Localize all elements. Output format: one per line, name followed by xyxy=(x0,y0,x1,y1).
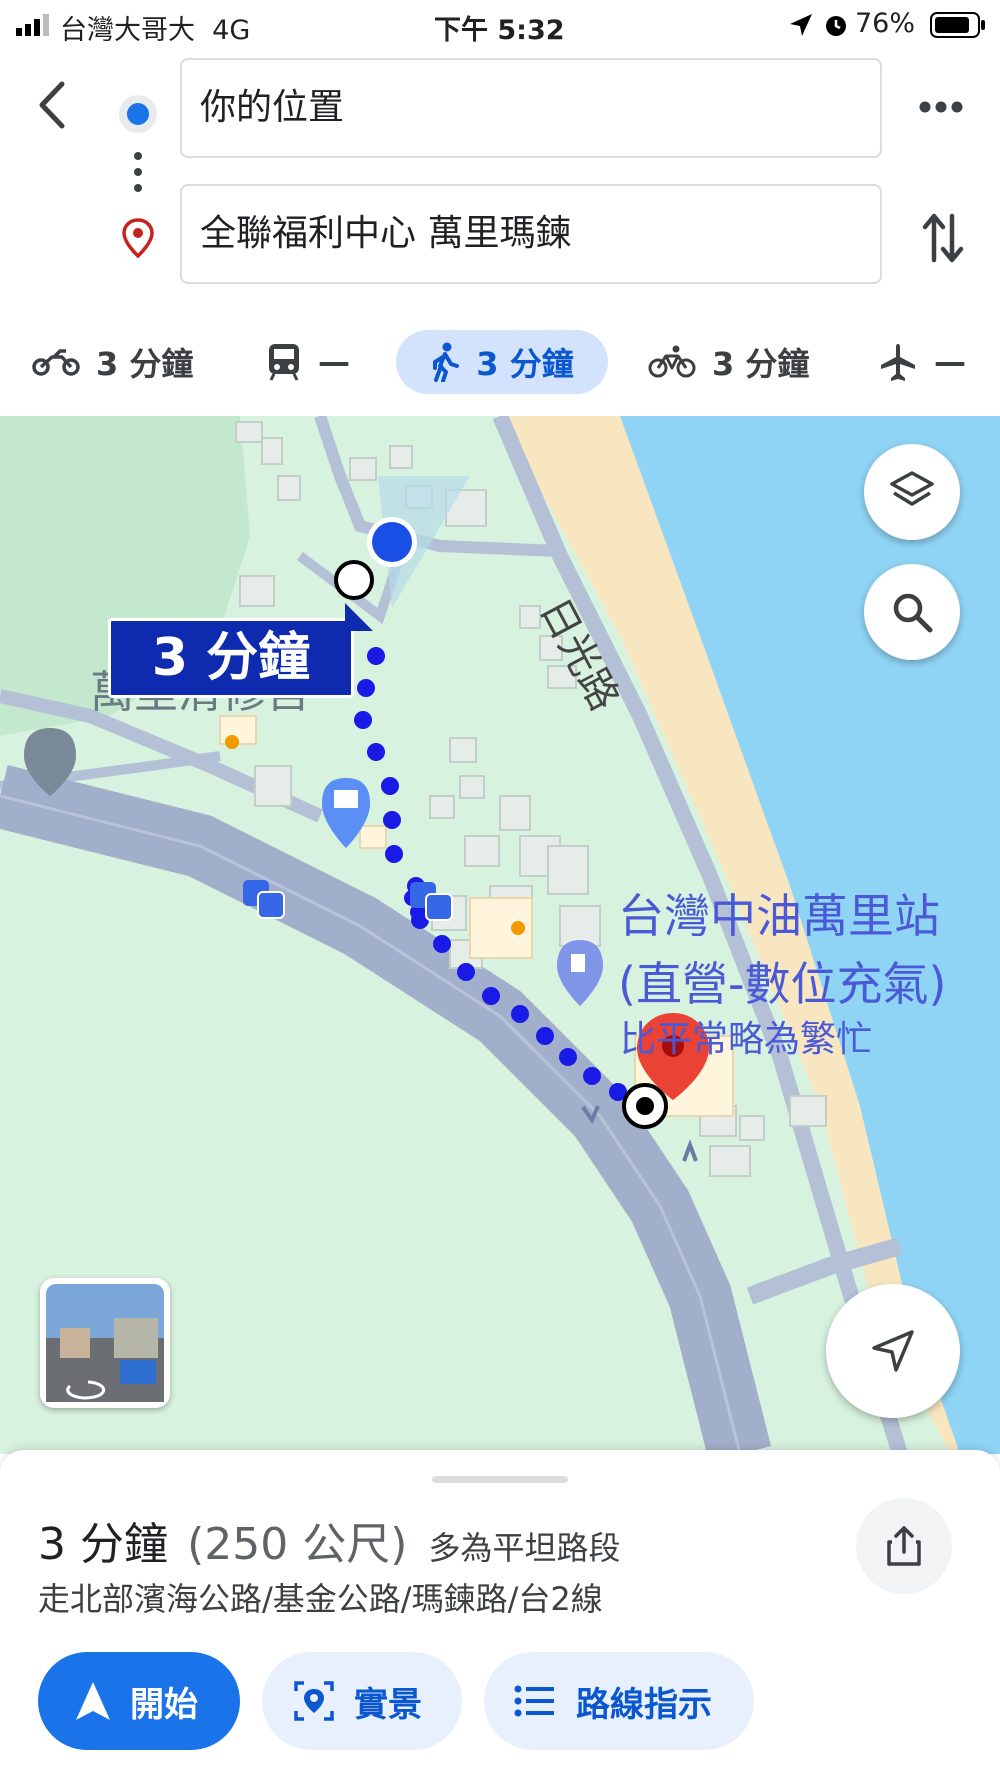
live-view-button-label: 實景 xyxy=(354,1684,422,1725)
live-view-icon xyxy=(294,1681,334,1721)
bicycle-icon xyxy=(648,345,696,378)
mode-bicycle-label: 3 分鐘 xyxy=(712,345,810,383)
share-button[interactable] xyxy=(856,1498,952,1594)
route-duration: 3 分鐘 xyxy=(38,1519,168,1570)
live-view-button[interactable]: 實景 xyxy=(262,1652,462,1750)
flight-icon xyxy=(881,344,915,381)
mode-walking-label: 3 分鐘 xyxy=(476,345,574,383)
signal-icon xyxy=(16,14,49,36)
route-via: 走北部濱海公路/基金公路/瑪鍊路/台2線 xyxy=(38,1580,603,1618)
mode-walking[interactable]: 3 分鐘 xyxy=(396,330,608,394)
back-arrow-icon[interactable] xyxy=(34,80,70,130)
route-terrain: 多為平坦路段 xyxy=(428,1529,621,1567)
route-time-badge: 3 分鐘 xyxy=(108,603,373,698)
list-icon xyxy=(514,1685,554,1717)
route-time-badge-label: 3 分鐘 xyxy=(151,628,311,688)
location-arrow-icon xyxy=(790,14,812,36)
navigation-icon xyxy=(76,1682,110,1720)
map-view[interactable]: 日光路 萬里清修宮 台灣中油萬里站 (直營-數位充氣) 比平常略為繁忙 3 分鐘 xyxy=(0,416,1000,1454)
origin-input[interactable]: 你的位置 xyxy=(180,58,882,158)
navigation-arrow-icon xyxy=(872,1330,914,1372)
mode-flight-label: — xyxy=(934,343,966,381)
mode-transit[interactable]: — xyxy=(266,330,366,394)
building-shop-2 xyxy=(359,825,387,849)
route-start-marker xyxy=(334,560,374,600)
start-button-label: 開始 xyxy=(130,1684,198,1725)
status-bar: 台灣大哥大 4G 下午 5:32 76% xyxy=(0,0,1000,50)
street-view-image xyxy=(46,1284,164,1402)
place-busy-label: 比平常略為繁忙 xyxy=(620,1019,873,1060)
sheet-drag-handle[interactable] xyxy=(432,1476,568,1483)
clock: 下午 5:32 xyxy=(434,15,565,46)
mode-transit-label: — xyxy=(318,343,350,381)
carrier-label: 台灣大哥大 4G xyxy=(60,15,251,46)
layers-button[interactable] xyxy=(864,444,960,540)
start-button[interactable]: 開始 xyxy=(38,1652,240,1750)
recenter-button[interactable] xyxy=(826,1284,960,1418)
mode-flight[interactable]: — xyxy=(878,330,988,394)
shop-dot-1 xyxy=(225,735,239,749)
more-options-icon[interactable] xyxy=(918,100,964,114)
transit-icon xyxy=(269,344,299,381)
alarm-icon xyxy=(826,16,846,36)
traffic-arrow-2 xyxy=(682,1139,698,1162)
place-label-gas-station[interactable]: 台灣中油萬里站 (直營-數位充氣) xyxy=(618,880,947,1014)
street-view-thumbnail[interactable] xyxy=(40,1278,170,1408)
destination-input[interactable]: 全聯福利中心 萬里瑪鍊 xyxy=(180,184,882,284)
gas-station-dot xyxy=(511,921,525,935)
mode-bicycle[interactable]: 3 分鐘 xyxy=(648,330,828,394)
route-distance: (250 公尺) xyxy=(187,1519,408,1570)
search-icon xyxy=(893,593,933,633)
route-dots-icon xyxy=(134,152,142,192)
battery-icon xyxy=(930,12,985,38)
gas-station-pin-icon[interactable] xyxy=(557,940,603,1006)
mode-motorcycle-label: 3 分鐘 xyxy=(96,345,194,383)
layers-icon xyxy=(890,471,934,506)
share-icon xyxy=(887,1526,921,1566)
search-button[interactable] xyxy=(864,564,960,660)
current-location-dot xyxy=(372,522,412,562)
mode-motorcycle[interactable]: 3 分鐘 xyxy=(32,330,212,394)
swap-icon[interactable] xyxy=(920,210,966,266)
walking-icon xyxy=(433,342,460,382)
battery-percent: 76% xyxy=(855,8,916,39)
directions-list-button-label: 路線指示 xyxy=(576,1684,712,1725)
directions-list-button[interactable]: 路線指示 xyxy=(484,1652,754,1750)
motorcycle-icon xyxy=(32,349,80,376)
destination-pin-icon xyxy=(122,218,154,258)
origin-dot-icon xyxy=(119,95,157,133)
route-summary-line: 3 分鐘 (250 公尺) 多為平坦路段 xyxy=(38,1508,621,1570)
